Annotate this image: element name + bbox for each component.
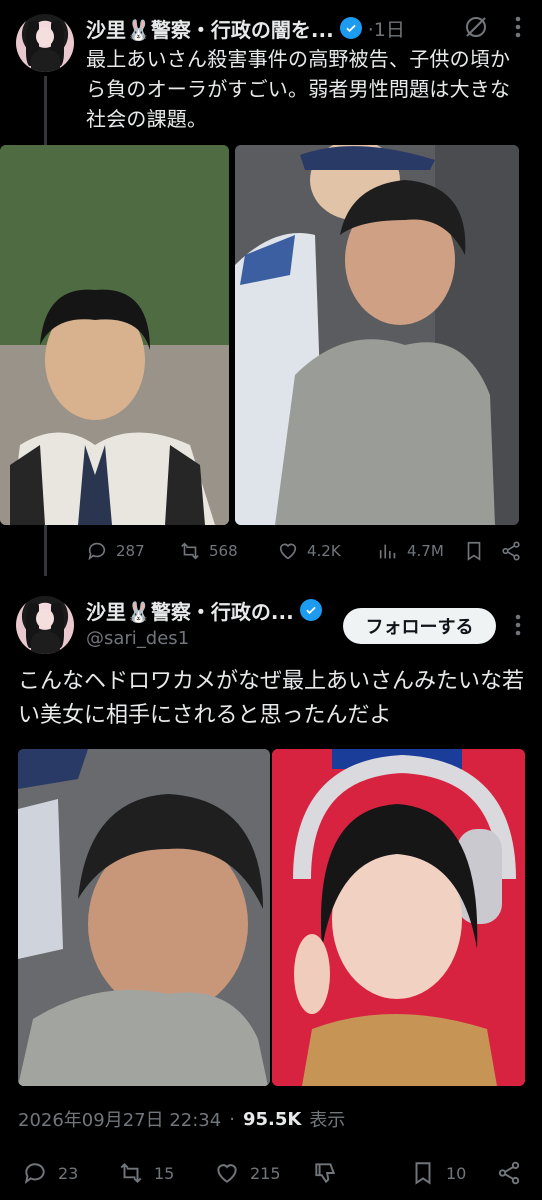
views-icon — [379, 544, 396, 559]
like-count: 4.2K — [307, 542, 341, 560]
views-button[interactable]: 4.7M — [377, 540, 444, 562]
reply-count: 23 — [58, 1163, 79, 1183]
retweet-button[interactable]: 568 — [179, 540, 238, 562]
more-icon[interactable] — [510, 612, 526, 638]
verified-icon — [299, 599, 322, 621]
tweet2-text: こんなヘドロワカメがなぜ最上あいさんみたいな若い美女に相手にされると思ったんだよ — [18, 669, 525, 728]
like-icon — [279, 543, 297, 560]
display-name[interactable]: 沙里🐰警察・行政の闇を... — [86, 14, 334, 43]
avatar[interactable] — [16, 596, 74, 654]
share-icon — [498, 1161, 520, 1185]
downvote-icon — [315, 1163, 336, 1184]
tweet2-header: 沙里🐰警察・行政の... — [86, 596, 322, 624]
bookmark-icon — [415, 1162, 431, 1185]
tweet2-meta: 2026年09月27日 22:34 · 95.5K 表示 — [18, 1106, 345, 1132]
bookmark-count: 10 — [446, 1163, 467, 1183]
views-count: 4.7M — [407, 542, 444, 560]
like-button[interactable]: 4.2K — [277, 540, 341, 562]
retweet-button[interactable]: 15 — [118, 1160, 174, 1186]
tweet1-header: 沙里🐰警察・行政の闇を... ·1日 — [86, 14, 405, 42]
more-icon[interactable] — [510, 14, 526, 40]
views-label: 表示 — [309, 1110, 346, 1131]
downvote-button[interactable] — [312, 1160, 338, 1186]
reply-icon — [88, 542, 106, 561]
tweet1-text: 最上あいさん殺害事件の高野被告、子供の頃から負のオーラがすごい。弱者男性問題は大… — [86, 47, 511, 131]
tweet2-image-left[interactable] — [18, 749, 270, 1086]
share-button[interactable] — [496, 1160, 522, 1186]
retweet-icon — [181, 542, 199, 560]
retweet-icon — [120, 1162, 142, 1184]
reply-button[interactable]: 287 — [86, 540, 145, 562]
avatar[interactable] — [16, 14, 74, 72]
like-count: 215 — [250, 1163, 281, 1183]
bookmark-button[interactable]: 10 — [410, 1160, 466, 1186]
bookmark-button[interactable] — [463, 540, 485, 562]
reply-button[interactable]: 23 — [22, 1160, 78, 1186]
user-handle[interactable]: @sari_des1 — [86, 628, 189, 649]
like-button[interactable]: 215 — [214, 1160, 281, 1186]
display-name[interactable]: 沙里🐰警察・行政の... — [86, 596, 294, 625]
retweet-count: 15 — [154, 1163, 175, 1183]
verified-icon — [339, 17, 362, 39]
reply-count: 287 — [116, 542, 145, 560]
follow-button[interactable]: フォローする — [343, 608, 496, 644]
tweet1-image-right[interactable] — [235, 145, 519, 525]
bookmark-icon — [467, 541, 481, 561]
like-icon — [217, 1164, 237, 1183]
tweet-time[interactable]: ·1日 — [368, 15, 405, 42]
share-icon — [502, 541, 520, 561]
meta-separator: · — [229, 1108, 235, 1130]
tweet2-image-right[interactable] — [272, 749, 525, 1086]
reply-icon — [24, 1163, 45, 1184]
retweet-count: 568 — [209, 542, 238, 560]
tweet1-image-left[interactable] — [0, 145, 229, 525]
share-button[interactable] — [500, 540, 522, 562]
tweet-timestamp[interactable]: 2026年09月27日 22:34 — [18, 1106, 221, 1132]
views-number: 95.5K — [242, 1108, 302, 1130]
grok-icon[interactable] — [463, 14, 489, 40]
